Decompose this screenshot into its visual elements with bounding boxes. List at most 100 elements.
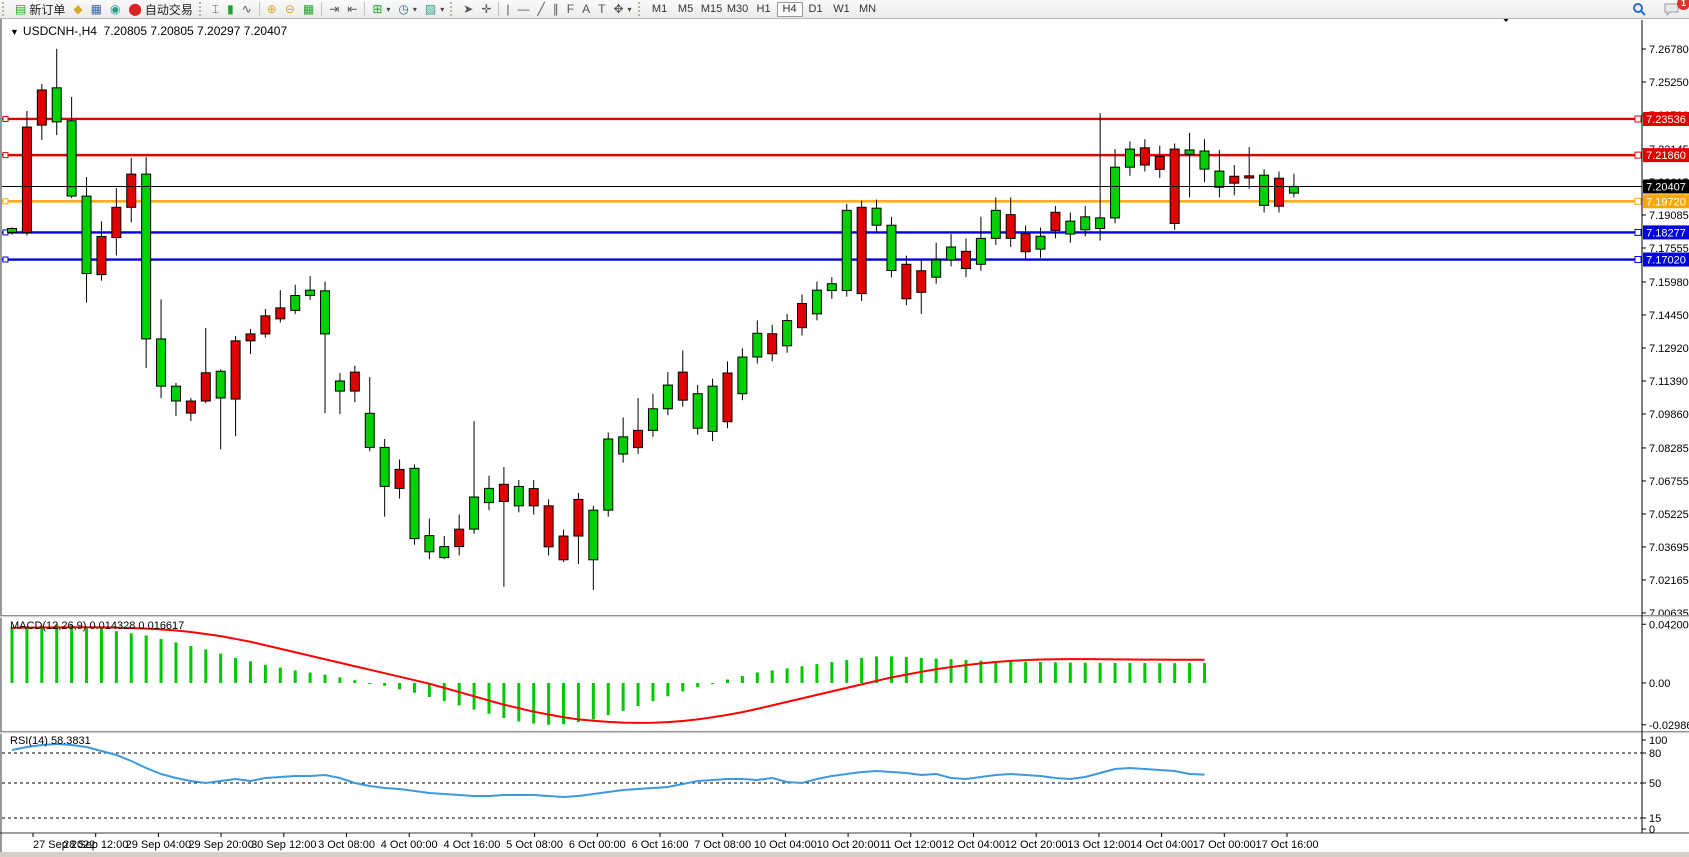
arrows-button[interactable]: ✥▾ xyxy=(609,1,635,18)
fibonacci-button[interactable]: F xyxy=(563,1,578,18)
cursor-button[interactable]: ➤ xyxy=(459,1,477,18)
candle xyxy=(1006,215,1015,239)
macd-histogram-bar xyxy=(651,683,654,701)
candle xyxy=(142,174,151,339)
toolbar-grip[interactable] xyxy=(2,2,9,16)
line-anchor-handle[interactable] xyxy=(1635,152,1641,158)
candle xyxy=(1096,218,1105,229)
tab-timeframe-h4[interactable]: H4 xyxy=(777,2,803,17)
text-label-button[interactable]: T xyxy=(594,1,609,18)
price-chart[interactable]: 7.267807.252507.237207.221457.206157.190… xyxy=(0,18,1689,857)
ohlc-values: 7.20805 7.20805 7.20297 7.20407 xyxy=(104,24,288,38)
candle xyxy=(693,394,702,429)
macd-histogram-bar xyxy=(711,683,714,684)
zoom-out-button[interactable]: ⊖ xyxy=(281,1,299,18)
macd-histogram-bar xyxy=(890,656,893,683)
chart-shift-button[interactable]: ⇤ xyxy=(343,1,361,18)
line-anchor-handle[interactable] xyxy=(1635,116,1641,122)
candle xyxy=(1260,175,1269,205)
auto-scroll-button[interactable]: ⇥ xyxy=(325,1,343,18)
auto-trading-button[interactable]: ⬤ 自动交易 xyxy=(124,1,196,18)
macd-histogram-bar xyxy=(189,646,192,683)
candle xyxy=(753,333,762,357)
bar-chart-button[interactable]: ⌶ xyxy=(208,1,223,18)
macd-histogram-bar xyxy=(741,676,744,683)
macd-histogram-bar xyxy=(55,624,58,683)
candlestick-chart-button[interactable]: ▮ xyxy=(223,1,238,18)
search-button[interactable] xyxy=(1628,1,1650,18)
panel-divider[interactable] xyxy=(0,616,1689,617)
text-button[interactable]: A xyxy=(578,1,594,18)
macd-histogram-bar xyxy=(935,659,938,683)
fibonacci-icon: F xyxy=(567,1,574,18)
macd-histogram-bar xyxy=(413,683,416,693)
line-anchor-handle[interactable] xyxy=(3,153,8,158)
tab-timeframe-m15[interactable]: M15 xyxy=(699,2,725,17)
trendline-button[interactable]: ╱ xyxy=(534,1,549,18)
macd-histogram-bar xyxy=(458,683,461,705)
line-anchor-handle[interactable] xyxy=(3,199,8,204)
time-label: 4 Oct 00:00 xyxy=(381,839,438,851)
line-chart-button[interactable]: ∿ xyxy=(238,1,256,18)
macd-histogram-bar xyxy=(160,639,163,683)
line-anchor-handle[interactable] xyxy=(1635,198,1641,204)
macd-histogram-bar xyxy=(830,662,833,683)
tile-windows-button[interactable]: ▦ xyxy=(299,1,318,18)
line-anchor-handle[interactable] xyxy=(1635,257,1641,263)
channel-button[interactable]: ∥ xyxy=(549,1,563,18)
tab-timeframe-m1[interactable]: M1 xyxy=(647,2,673,17)
price-tick-label: 7.14450 xyxy=(1649,310,1689,322)
notifications-button[interactable]: 1 xyxy=(1660,1,1683,18)
tab-timeframe-h1[interactable]: H1 xyxy=(751,2,777,17)
periods-button[interactable]: ◷▾ xyxy=(394,1,421,18)
macd-histogram-bar xyxy=(100,629,103,683)
candle xyxy=(470,497,479,529)
time-label: 17 Oct 00:00 xyxy=(1193,839,1256,851)
tab-timeframe-m5[interactable]: M5 xyxy=(673,2,699,17)
candle xyxy=(1215,171,1224,187)
signals-button[interactable]: ◉ xyxy=(106,1,124,18)
auto-trading-label: 自动交易 xyxy=(145,1,193,18)
macd-histogram-bar xyxy=(1114,663,1117,683)
tab-timeframe-w1[interactable]: W1 xyxy=(829,2,855,17)
candle xyxy=(484,488,493,502)
vertical-line-button[interactable]: | xyxy=(502,1,513,18)
indicators-button[interactable]: ⊞▾ xyxy=(368,1,394,18)
macd-histogram-bar xyxy=(1054,662,1057,683)
price-level-tag-label: 7.19720 xyxy=(1646,196,1686,208)
candle xyxy=(8,228,17,232)
chart-wizard-button[interactable]: ◆ xyxy=(69,1,86,18)
new-order-button[interactable]: ▤ 新订单 xyxy=(11,1,69,18)
candle xyxy=(440,547,449,558)
panel-divider[interactable] xyxy=(0,615,1689,616)
time-label: 14 Oct 04:00 xyxy=(1130,839,1193,851)
panel-divider[interactable] xyxy=(0,731,1689,732)
candle xyxy=(976,238,985,264)
crosshair-button[interactable]: ✛ xyxy=(477,1,495,18)
macd-histogram-bar xyxy=(368,683,371,684)
profile-button[interactable]: ▦ xyxy=(87,1,106,18)
candle xyxy=(589,510,598,560)
panel-divider[interactable] xyxy=(0,732,1689,733)
candle xyxy=(112,207,121,237)
tab-timeframe-d1[interactable]: D1 xyxy=(803,2,829,17)
horizontal-line-button[interactable]: — xyxy=(514,1,534,18)
tab-timeframe-m30[interactable]: M30 xyxy=(725,2,751,17)
macd-histogram-bar xyxy=(577,683,580,722)
macd-histogram-bar xyxy=(1173,663,1176,683)
zoom-in-button[interactable]: ⊕ xyxy=(263,1,281,18)
line-anchor-handle[interactable] xyxy=(1635,229,1641,235)
price-level-tag-label: 7.18277 xyxy=(1646,227,1686,239)
text-label-icon: T xyxy=(598,1,605,18)
zoom-out-icon: ⊖ xyxy=(285,1,295,18)
macd-histogram-bar xyxy=(1099,663,1102,683)
line-anchor-handle[interactable] xyxy=(3,116,8,121)
periods-caret-icon: ▾ xyxy=(413,5,417,14)
symbol-dropdown-icon[interactable]: ▼ xyxy=(10,27,19,37)
line-anchor-handle[interactable] xyxy=(3,257,8,262)
macd-histogram-bar xyxy=(696,683,699,687)
price-tick-label: 7.12920 xyxy=(1649,343,1689,355)
price-tick-label: 7.03695 xyxy=(1649,542,1689,554)
tab-timeframe-mn[interactable]: MN xyxy=(855,2,881,17)
templates-button[interactable]: ▧▾ xyxy=(421,1,448,18)
